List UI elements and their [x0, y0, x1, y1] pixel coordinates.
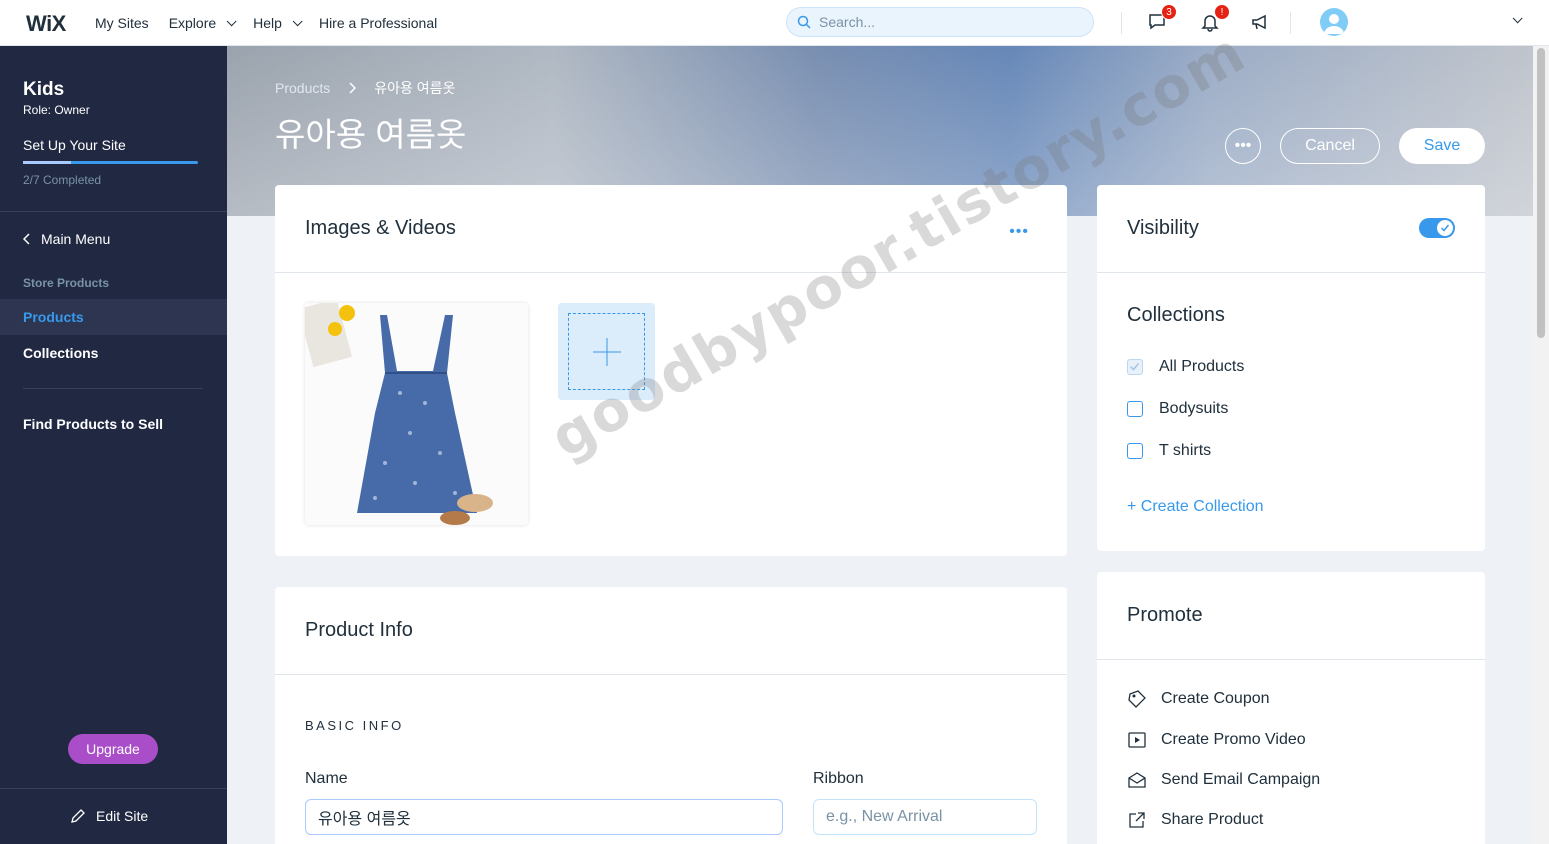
- collection-label: T shirts: [1159, 442, 1212, 459]
- coupon-icon: [1128, 690, 1146, 708]
- main-menu-back[interactable]: Main Menu: [23, 231, 110, 247]
- share-icon: [1129, 812, 1145, 828]
- promote-label: Share Product: [1161, 811, 1264, 828]
- checkbox[interactable]: [1127, 443, 1143, 459]
- search-placeholder: Search...: [819, 14, 876, 30]
- edit-site-label: Edit Site: [96, 808, 149, 824]
- collection-label: Bodysuits: [1159, 400, 1229, 417]
- nav-my-sites[interactable]: My Sites: [95, 15, 149, 31]
- collection-bodysuits[interactable]: Bodysuits: [1127, 400, 1228, 418]
- top-nav: My Sites Explore Help Hire a Professiona…: [95, 0, 437, 46]
- setup-site-link[interactable]: Set Up Your Site: [23, 137, 126, 153]
- save-button[interactable]: Save: [1399, 128, 1485, 164]
- progress-fill: [23, 161, 71, 164]
- promote-label: Create Promo Video: [1161, 731, 1306, 748]
- megaphone-icon[interactable]: [1250, 12, 1272, 34]
- nav-explore[interactable]: Explore: [168, 15, 237, 31]
- messages-icon[interactable]: 3: [1147, 4, 1177, 34]
- account-chevron-icon[interactable]: [1512, 13, 1523, 24]
- chevron-right-icon: [349, 82, 357, 94]
- nav-hire-professional[interactable]: Hire a Professional: [319, 15, 437, 31]
- promote-card: Promote Create Coupon Create Promo Video…: [1097, 572, 1485, 844]
- toggle-knob: [1437, 220, 1453, 236]
- sidebar: Kids Role: Owner Set Up Your Site 2/7 Co…: [0, 46, 227, 844]
- ribbon-label: Ribbon: [813, 770, 864, 787]
- top-bar: WiX My Sites Explore Help Hire a Profess…: [0, 0, 1549, 46]
- sidebar-item-products[interactable]: Products: [0, 299, 227, 335]
- breadcrumb-products[interactable]: Products: [275, 80, 330, 96]
- divider: [0, 211, 227, 212]
- divider: [23, 388, 203, 389]
- check-icon: [1440, 224, 1450, 232]
- media-more-button[interactable]: •••: [1009, 223, 1029, 241]
- chevron-down-icon: [292, 15, 303, 26]
- collection-all-products[interactable]: All Products: [1127, 358, 1244, 376]
- send-email-campaign-link[interactable]: Send Email Campaign: [1127, 770, 1320, 790]
- plus-icon: [592, 337, 621, 366]
- nav-explore-label: Explore: [168, 15, 217, 31]
- divider: [1290, 12, 1291, 34]
- setup-progress-bar: [23, 161, 198, 164]
- site-name: Kids: [23, 79, 65, 100]
- divider: [1121, 12, 1122, 34]
- dress-image: [305, 303, 528, 525]
- breadcrumb: Products 유아용 여름옷: [275, 78, 455, 98]
- site-role: Role: Owner: [23, 103, 90, 117]
- messages-badge: 3: [1161, 4, 1177, 20]
- visibility-toggle[interactable]: [1419, 218, 1455, 238]
- more-actions-button[interactable]: •••: [1225, 128, 1261, 164]
- product-info-card: Product Info BASIC INFO Name Ribbon 유아용 …: [275, 587, 1067, 844]
- cancel-button[interactable]: Cancel: [1280, 128, 1380, 164]
- promote-label: Create Coupon: [1161, 690, 1270, 707]
- scrollbar-thumb[interactable]: [1537, 48, 1545, 338]
- email-icon: [1128, 772, 1146, 788]
- sidebar-item-collections[interactable]: Collections: [0, 335, 227, 371]
- search-icon: [797, 15, 811, 29]
- create-coupon-link[interactable]: Create Coupon: [1127, 689, 1270, 709]
- ribbon-field[interactable]: e.g., New Arrival: [813, 799, 1037, 835]
- check-icon: [1129, 363, 1140, 371]
- main-menu-label: Main Menu: [41, 231, 111, 247]
- breadcrumb-current: 유아용 여름옷: [374, 80, 456, 96]
- scrollbar[interactable]: [1533, 46, 1549, 844]
- notifications-badge: !: [1214, 4, 1230, 20]
- checkbox[interactable]: [1127, 401, 1143, 417]
- nav-help[interactable]: Help: [253, 15, 303, 31]
- name-label: Name: [305, 770, 348, 787]
- collections-title: Collections: [1127, 304, 1225, 326]
- section-title: Store Products: [23, 276, 110, 290]
- wix-logo[interactable]: WiX: [26, 11, 66, 37]
- chevron-down-icon: [226, 15, 237, 26]
- card-title: Product Info: [275, 587, 1067, 675]
- sidebar-item-find-products[interactable]: Find Products to Sell: [0, 406, 227, 442]
- basic-info-heading: BASIC INFO: [305, 718, 404, 733]
- card-title: Promote: [1097, 572, 1485, 660]
- search-input[interactable]: Search...: [786, 7, 1094, 37]
- video-icon: [1128, 732, 1146, 748]
- collection-label: All Products: [1159, 358, 1245, 375]
- share-product-link[interactable]: Share Product: [1127, 810, 1263, 830]
- page-title: 유아용 여름옷: [275, 116, 467, 153]
- name-field[interactable]: 유아용 여름옷: [305, 799, 783, 835]
- checkbox-checked-disabled[interactable]: [1127, 359, 1143, 375]
- create-promo-video-link[interactable]: Create Promo Video: [1127, 730, 1306, 750]
- promote-label: Send Email Campaign: [1161, 771, 1321, 788]
- edit-site-button[interactable]: Edit Site: [70, 808, 148, 824]
- upgrade-button[interactable]: Upgrade: [68, 734, 158, 764]
- setup-completed-text: 2/7 Completed: [23, 173, 102, 187]
- divider: [0, 788, 227, 789]
- pencil-icon: [71, 809, 85, 823]
- product-image[interactable]: [305, 303, 528, 525]
- create-collection-link[interactable]: + Create Collection: [1127, 498, 1264, 516]
- collection-t-shirts[interactable]: T shirts: [1127, 442, 1211, 460]
- avatar[interactable]: [1320, 8, 1348, 36]
- chevron-left-icon: [23, 233, 30, 245]
- nav-help-label: Help: [253, 15, 282, 31]
- visibility-card: Visibility Collections All Products Body…: [1097, 185, 1485, 551]
